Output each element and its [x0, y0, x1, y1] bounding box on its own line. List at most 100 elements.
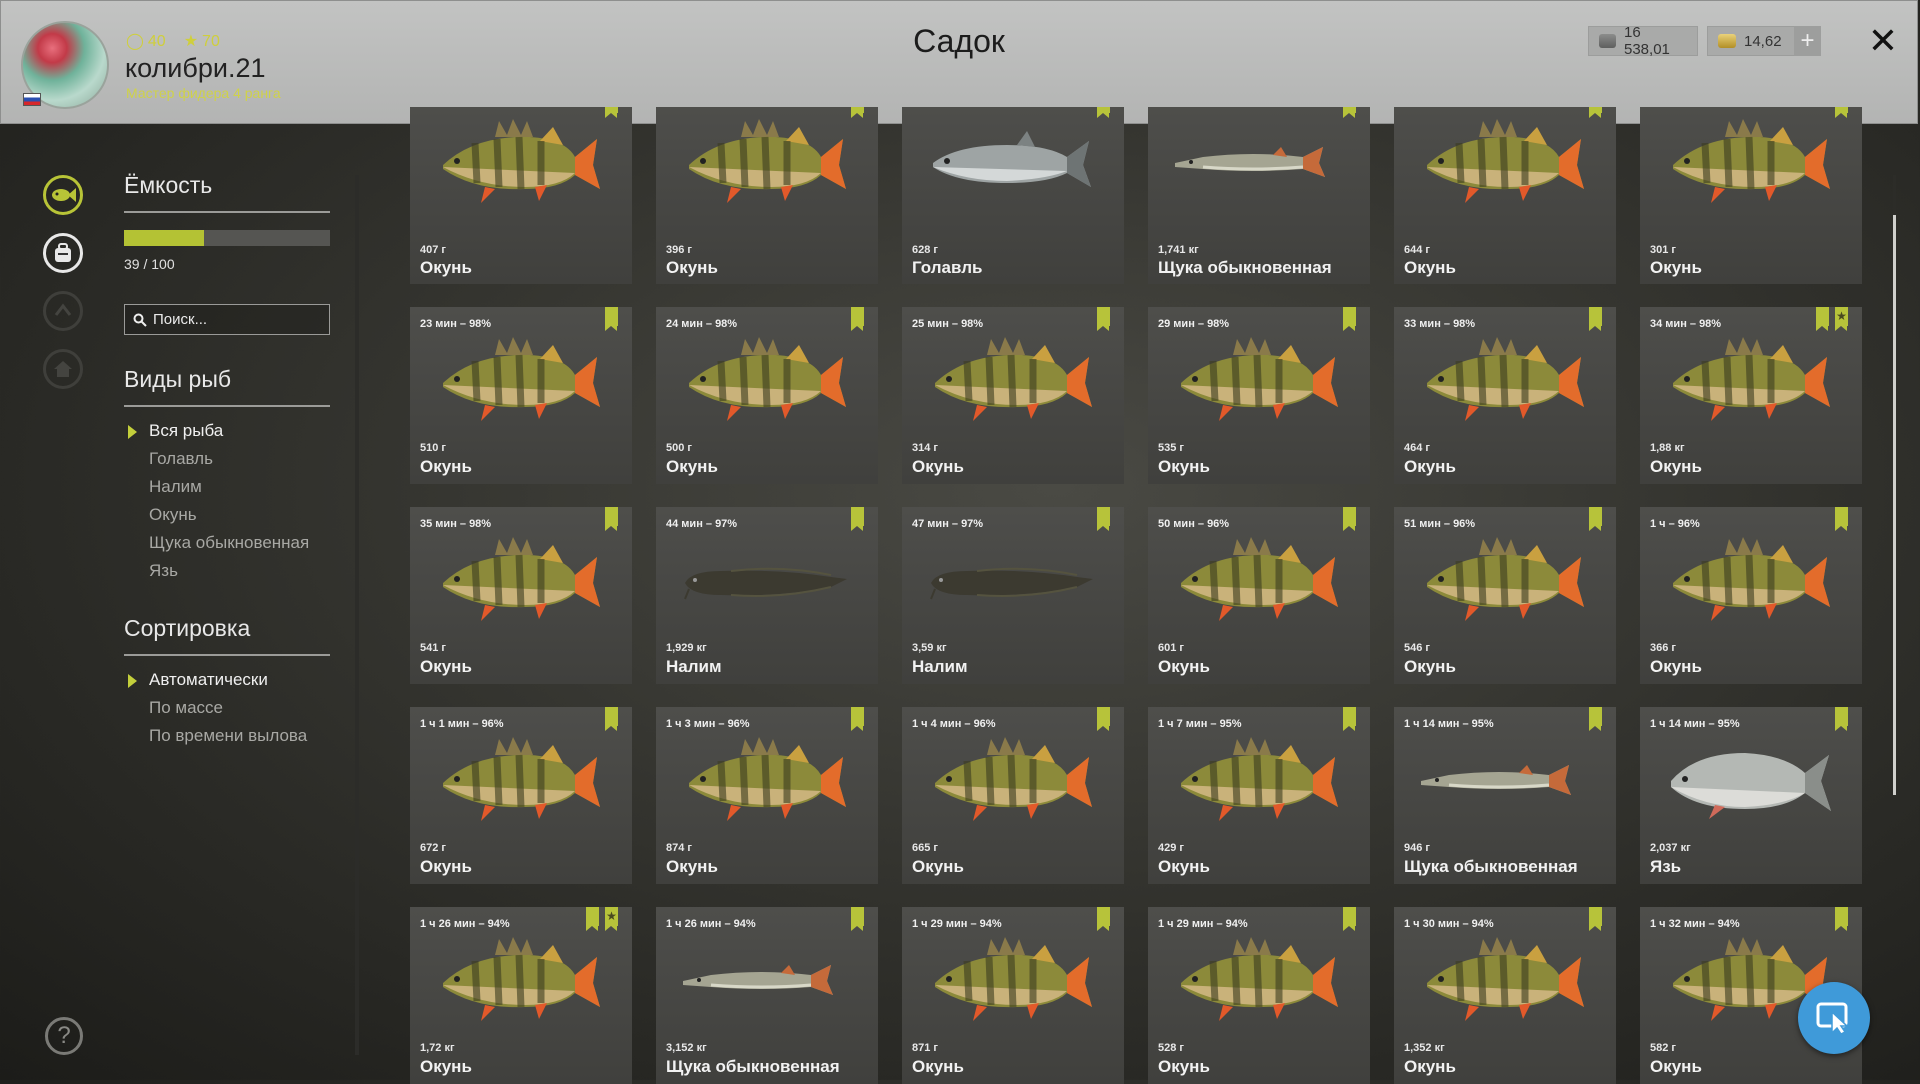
fish-card[interactable]: 1 ч 3 мин – 96% 874 г Окунь — [656, 707, 878, 884]
bookmark-icon[interactable] — [605, 107, 618, 118]
perch-fish-image — [1419, 335, 1589, 430]
species-filter-pike[interactable]: Щука обыкновенная — [149, 533, 309, 553]
bookmark-icon[interactable] — [605, 507, 618, 531]
search-input[interactable]: Поиск... — [124, 304, 330, 335]
add-gold-button[interactable]: + — [1794, 26, 1821, 56]
fish-card[interactable]: 1 ч 14 мин – 95% 2,037 кг Язь — [1640, 707, 1862, 884]
panel-divider — [355, 175, 359, 1055]
close-button[interactable]: ✕ — [1865, 20, 1901, 61]
cursor-mode-button[interactable] — [1798, 982, 1870, 1054]
fish-name: Окунь — [1404, 1057, 1456, 1076]
fish-weight: 314 г — [912, 442, 938, 454]
bookmark-icon[interactable] — [605, 307, 618, 331]
bookmark-icon[interactable] — [1343, 307, 1356, 331]
sort-auto[interactable]: Автоматически — [149, 670, 268, 690]
species-filter-burbot[interactable]: Налим — [149, 477, 202, 497]
selected-arrow-icon — [128, 674, 137, 688]
bookmark-icon[interactable] — [1097, 307, 1110, 331]
fish-card[interactable]: 25 мин – 98% 314 г Окунь — [902, 307, 1124, 484]
bookmark-icon[interactable] — [1835, 107, 1848, 118]
trophy-flag-icon[interactable]: ★ — [605, 907, 618, 931]
bookmark-icon[interactable] — [1343, 907, 1356, 931]
perch-fish-image — [681, 335, 851, 430]
bookmark-icon[interactable] — [1589, 707, 1602, 731]
fish-card[interactable]: 407 г Окунь — [410, 107, 632, 284]
fish-card[interactable]: 34 мин – 98% 1,88 кг Окунь ★ — [1640, 307, 1862, 484]
sort-by-mass[interactable]: По массе — [149, 698, 223, 718]
fish-card[interactable]: 51 мин – 96% 546 г Окунь — [1394, 507, 1616, 684]
bookmark-icon[interactable] — [851, 507, 864, 531]
bag-tab-icon[interactable] — [43, 233, 83, 273]
fish-card[interactable]: 1 ч 4 мин – 96% 665 г Окунь — [902, 707, 1124, 884]
bookmark-icon[interactable] — [1835, 507, 1848, 531]
fish-card[interactable]: 396 г Окунь — [656, 107, 878, 284]
bookmark-icon[interactable] — [1816, 307, 1829, 331]
fish-weight: 3,59 кг — [912, 642, 947, 654]
bookmark-icon[interactable] — [1097, 707, 1110, 731]
bookmark-icon[interactable] — [851, 107, 864, 118]
selected-arrow-icon — [128, 425, 137, 439]
catch-time-freshness: 1 ч 14 мин – 95% — [1650, 718, 1740, 730]
fish-card[interactable]: 1 ч 26 мин – 94% 1,72 кг Окунь ★ — [410, 907, 632, 1084]
bookmark-icon[interactable] — [1343, 107, 1356, 118]
bookmark-icon[interactable] — [851, 907, 864, 931]
bookmark-icon[interactable] — [1835, 707, 1848, 731]
species-filter-perch[interactable]: Окунь — [149, 505, 197, 525]
bookmark-icon[interactable] — [1097, 907, 1110, 931]
fish-card[interactable]: 1 ч 30 мин – 94% 1,352 кг Окунь — [1394, 907, 1616, 1084]
bookmark-icon[interactable] — [1097, 107, 1110, 118]
perch-fish-image — [1419, 535, 1589, 630]
fish-card[interactable]: 628 г Голавль — [902, 107, 1124, 284]
fish-card[interactable]: 1 ч 29 мин – 94% 528 г Окунь — [1148, 907, 1370, 1084]
perch-fish-image — [1665, 117, 1835, 212]
home-tab-icon[interactable] — [43, 349, 83, 389]
bookmark-icon[interactable] — [1097, 507, 1110, 531]
help-button[interactable]: ? — [45, 1017, 83, 1055]
fish-weight: 644 г — [1404, 244, 1430, 256]
fish-card[interactable]: 1 ч 26 мин – 94% 3,152 кг Щука обыкновенна… — [656, 907, 878, 1084]
bookmark-icon[interactable] — [1589, 307, 1602, 331]
species-filter-chub[interactable]: Голавль — [149, 449, 213, 469]
player-rank: Мастер фидера 4 ранга — [126, 85, 281, 101]
catch-time-freshness: 29 мин – 98% — [1158, 318, 1230, 330]
fish-card[interactable]: 44 мин – 97% 1,929 кг Налим — [656, 507, 878, 684]
trophy-flag-icon[interactable]: ★ — [1835, 307, 1848, 331]
gold-coin-icon — [1718, 34, 1736, 48]
keepnet-tab-icon[interactable] — [43, 175, 83, 215]
fish-card[interactable]: 1 ч 14 мин – 95% 946 г Щука обыкновенная — [1394, 707, 1616, 884]
fish-card[interactable]: 35 мин – 98% 541 г Окунь — [410, 507, 632, 684]
species-filter-all[interactable]: Вся рыба — [149, 421, 223, 441]
catch-time-freshness: 1 ч 7 мин – 95% — [1158, 718, 1242, 730]
fish-card[interactable]: 1 ч 1 мин – 96% 672 г Окунь — [410, 707, 632, 884]
bookmark-icon[interactable] — [605, 707, 618, 731]
fish-card[interactable]: 33 мин – 98% 464 г Окунь — [1394, 307, 1616, 484]
bookmark-icon[interactable] — [586, 907, 599, 931]
fish-card[interactable]: 1 ч – 96% 366 г Окунь — [1640, 507, 1862, 684]
fish-card[interactable]: 47 мин – 97% 3,59 кг Налим — [902, 507, 1124, 684]
fish-card[interactable]: 1 ч 7 мин – 95% 429 г Окунь — [1148, 707, 1370, 884]
bookmark-icon[interactable] — [1343, 707, 1356, 731]
bookmark-icon[interactable] — [1835, 907, 1848, 931]
fish-card[interactable]: 1,741 кг Щука обыкновенная — [1148, 107, 1370, 284]
bookmark-icon[interactable] — [1589, 107, 1602, 118]
sort-by-time[interactable]: По времени вылова — [149, 726, 307, 746]
rank-tab-icon[interactable] — [43, 291, 83, 331]
bookmark-icon[interactable] — [851, 307, 864, 331]
bookmark-icon[interactable] — [1343, 507, 1356, 531]
scrollbar-thumb[interactable] — [1893, 215, 1896, 795]
fish-card[interactable]: 50 мин – 96% 601 г Окунь — [1148, 507, 1370, 684]
perch-fish-image — [927, 735, 1097, 830]
fish-card[interactable]: 301 г Окунь — [1640, 107, 1862, 284]
fish-card[interactable]: 29 мин – 98% 535 г Окунь — [1148, 307, 1370, 484]
species-filter-ide[interactable]: Язь — [149, 561, 178, 581]
fish-card[interactable]: 1 ч 29 мин – 94% 871 г Окунь — [902, 907, 1124, 1084]
bookmark-icon[interactable] — [851, 707, 864, 731]
bookmark-icon[interactable] — [1589, 907, 1602, 931]
fish-name: Окунь — [1158, 1057, 1210, 1076]
perch-fish-image — [1419, 935, 1589, 1030]
bookmark-icon[interactable] — [1589, 507, 1602, 531]
divider — [124, 654, 330, 656]
fish-card[interactable]: 23 мин – 98% 510 г Окунь — [410, 307, 632, 484]
fish-card[interactable]: 644 г Окунь — [1394, 107, 1616, 284]
fish-card[interactable]: 24 мин – 98% 500 г Окунь — [656, 307, 878, 484]
